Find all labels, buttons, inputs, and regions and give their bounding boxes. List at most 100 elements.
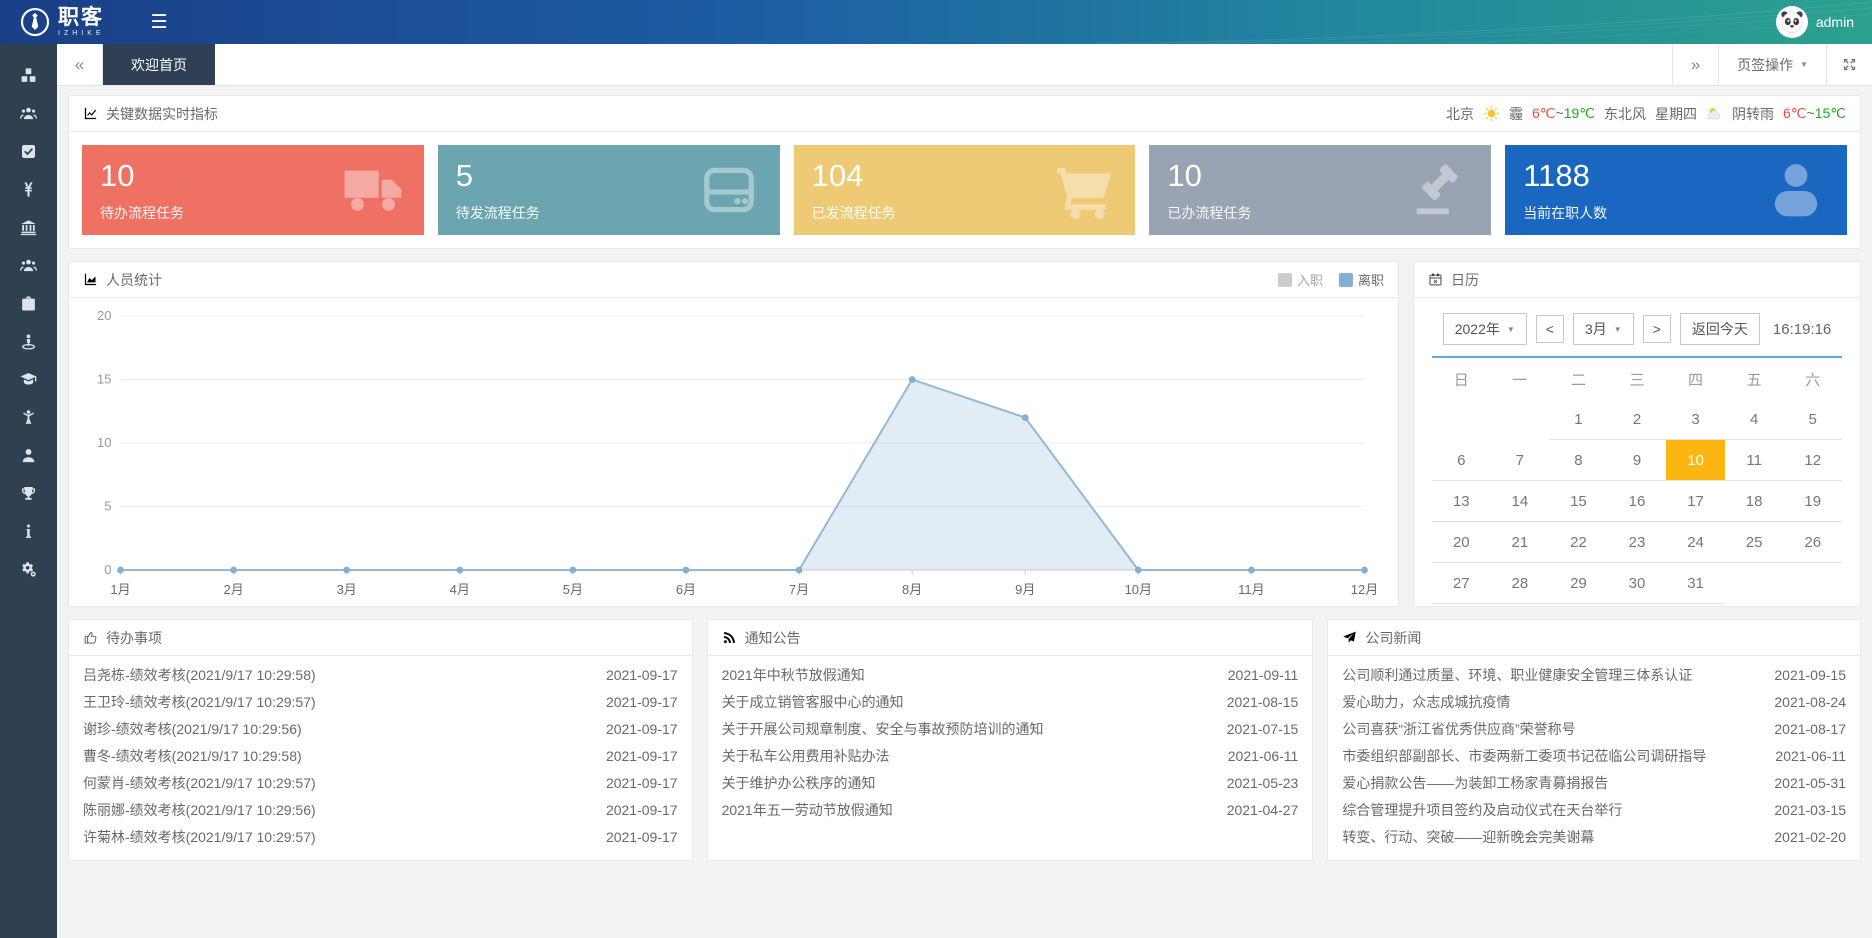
- list-item-title[interactable]: 爱心捐款公告——为装卸工杨家青募捐报告: [1342, 773, 1608, 793]
- stat-card-待发流程任务[interactable]: 5待发流程任务: [438, 145, 780, 235]
- list-item-title[interactable]: 关于开展公司规章制度、安全与事故预防培训的通知: [722, 719, 1044, 739]
- rss-icon: [722, 630, 737, 645]
- list-item-title[interactable]: 公司喜获“浙江省优秀供应商”荣誉称号: [1342, 719, 1575, 739]
- list-item-title[interactable]: 关于成立销管客服中心的通知: [722, 692, 904, 712]
- calendar-day-23[interactable]: 23: [1608, 522, 1667, 563]
- list-item-title[interactable]: 谢珍-绩效考核(2021/9/17 10:29:56): [83, 719, 302, 739]
- calendar-grid: 日一二三四五六123456789101112131415161718192021…: [1432, 358, 1842, 604]
- sidebar-item-user[interactable]: [0, 436, 57, 474]
- calendar-day-6[interactable]: 6: [1432, 440, 1491, 481]
- stat-card-当前在职人数[interactable]: 1188当前在职人数: [1505, 145, 1847, 235]
- sidebar-item-users[interactable]: [0, 94, 57, 132]
- list-item-date: 2021-08-24: [1774, 694, 1846, 710]
- calendar-day-8[interactable]: 8: [1549, 440, 1608, 481]
- list-item-title[interactable]: 爱心助力，众志成城抗疫情: [1342, 692, 1510, 712]
- username-label[interactable]: admin: [1816, 14, 1854, 30]
- tab-operations-dropdown[interactable]: 页签操作 ▼: [1718, 44, 1826, 85]
- sidebar-item-gears[interactable]: [0, 550, 57, 588]
- tabs-scroll-right-button[interactable]: »: [1672, 44, 1718, 85]
- calendar-day-13[interactable]: 13: [1432, 481, 1491, 522]
- calendar-day-14[interactable]: 14: [1491, 481, 1550, 522]
- calendar-day-17[interactable]: 17: [1666, 481, 1725, 522]
- calendar-day-19[interactable]: 19: [1783, 481, 1842, 522]
- list-item-title[interactable]: 2021年中秋节放假通知: [722, 665, 865, 685]
- notice-title: 通知公告: [745, 628, 801, 648]
- fullscreen-toggle-button[interactable]: [1826, 44, 1872, 85]
- sidebar-item-graduation[interactable]: [0, 360, 57, 398]
- sidebar-item-cubes[interactable]: [0, 56, 57, 94]
- cart-icon: [1053, 159, 1115, 221]
- list-item-title[interactable]: 王卫玲-绩效考核(2021/9/17 10:29:57): [83, 692, 316, 712]
- sidebar-item-bank[interactable]: [0, 208, 57, 246]
- list-item-title[interactable]: 关于维护办公秩序的通知: [722, 773, 876, 793]
- list-item-title[interactable]: 陈丽娜-绩效考核(2021/9/17 10:29:56): [83, 800, 316, 820]
- calendar-prev-month-button[interactable]: <: [1536, 315, 1564, 343]
- calendar-day-31[interactable]: 31: [1666, 563, 1725, 604]
- stat-cards: 10待办流程任务5待发流程任务104已发流程任务10已办流程任务1188当前在职…: [69, 132, 1860, 248]
- sidebar-item-trophy[interactable]: [0, 474, 57, 512]
- list-item-date: 2021-09-15: [1774, 667, 1846, 683]
- list-item-title[interactable]: 何蒙肖-绩效考核(2021/9/17 10:29:57): [83, 773, 316, 793]
- calendar-day-1[interactable]: 1: [1549, 399, 1608, 440]
- calendar-day-25[interactable]: 25: [1725, 522, 1784, 563]
- calendar-day-16[interactable]: 16: [1608, 481, 1667, 522]
- calendar-day-27[interactable]: 27: [1432, 563, 1491, 604]
- stat-card-待办流程任务[interactable]: 10待办流程任务: [82, 145, 424, 235]
- list-item-title[interactable]: 吕尧栋-绩效考核(2021/9/17 10:29:58): [83, 665, 316, 685]
- app-logo[interactable]: 职客 IZHIKE: [0, 7, 105, 37]
- tabs-scroll-left-button[interactable]: «: [57, 44, 103, 85]
- stat-card-已办流程任务[interactable]: 10已办流程任务: [1149, 145, 1491, 235]
- sidebar-item-info[interactable]: [0, 512, 57, 550]
- calendar-day-5[interactable]: 5: [1783, 399, 1842, 440]
- calendar-today-button[interactable]: 返回今天: [1680, 313, 1760, 345]
- calendar-day-20[interactable]: 20: [1432, 522, 1491, 563]
- list-item: 公司顺利通过质量、环境、职业健康安全管理三体系认证 2021-09-15: [1342, 661, 1846, 688]
- stat-card-已发流程任务[interactable]: 104已发流程任务: [794, 145, 1136, 235]
- calendar-day-10[interactable]: 10: [1666, 440, 1725, 481]
- chart-legend: 入职离职: [1278, 270, 1384, 289]
- calendar-day-3[interactable]: 3: [1666, 399, 1725, 440]
- sidebar-item-briefcase[interactable]: [0, 284, 57, 322]
- check-square-icon: [20, 143, 37, 160]
- calendar-day-11[interactable]: 11: [1725, 440, 1784, 481]
- calendar-next-month-button[interactable]: >: [1643, 315, 1671, 343]
- calendar-month-select[interactable]: 3月▼: [1573, 313, 1634, 345]
- sidebar-item-street-view[interactable]: [0, 322, 57, 360]
- calendar-day-7[interactable]: 7: [1491, 440, 1550, 481]
- list-item-title[interactable]: 市委组织部副部长、市委两新工委项书记莅临公司调研指导: [1342, 746, 1706, 766]
- menu-toggle-icon[interactable]: ☰: [151, 11, 168, 34]
- list-item-title[interactable]: 曹冬-绩效考核(2021/9/17 10:29:58): [83, 746, 302, 766]
- calendar-day-18[interactable]: 18: [1725, 481, 1784, 522]
- calendar-day-22[interactable]: 22: [1549, 522, 1608, 563]
- list-item-title[interactable]: 公司顺利通过质量、环境、职业健康安全管理三体系认证: [1342, 665, 1692, 685]
- calendar-day-15[interactable]: 15: [1549, 481, 1608, 522]
- calendar-day-4[interactable]: 4: [1725, 399, 1784, 440]
- sidebar-item-group[interactable]: [0, 246, 57, 284]
- calendar-day-9[interactable]: 9: [1608, 440, 1667, 481]
- calendar-day-12[interactable]: 12: [1783, 440, 1842, 481]
- list-item-title[interactable]: 关于私车公用费用补贴办法: [722, 746, 890, 766]
- calendar-day-28[interactable]: 28: [1491, 563, 1550, 604]
- list-item-title[interactable]: 转变、行动、突破——迎新晚会完美谢幕: [1342, 827, 1594, 847]
- notice-panel: 通知公告 2021年中秋节放假通知2021-09-11关于成立销管客服中心的通知…: [707, 619, 1314, 861]
- calendar-day-26[interactable]: 26: [1783, 522, 1842, 563]
- sidebar-item-yen[interactable]: [0, 170, 57, 208]
- calendar-day-29[interactable]: 29: [1549, 563, 1608, 604]
- chevron-down-icon: ▼: [1507, 325, 1515, 334]
- calendar-day-30[interactable]: 30: [1608, 563, 1667, 604]
- calendar-day-21[interactable]: 21: [1491, 522, 1550, 563]
- child-icon: [20, 409, 37, 426]
- users-icon: [20, 105, 37, 122]
- calendar-day-24[interactable]: 24: [1666, 522, 1725, 563]
- list-item-title[interactable]: 2021年五一劳动节放假通知: [722, 800, 893, 820]
- sidebar-item-child[interactable]: [0, 398, 57, 436]
- tab-welcome-home[interactable]: 欢迎首页: [103, 44, 215, 85]
- user-avatar[interactable]: [1776, 6, 1808, 38]
- list-item-title[interactable]: 许菊林-绩效考核(2021/9/17 10:29:57): [83, 827, 316, 847]
- calendar-day-2[interactable]: 2: [1608, 399, 1667, 440]
- calendar-year-select[interactable]: 2022年▼: [1443, 313, 1527, 345]
- sidebar-item-check[interactable]: [0, 132, 57, 170]
- legend-item-入职[interactable]: 入职: [1278, 270, 1323, 289]
- list-item-title[interactable]: 综合管理提升项目签约及启动仪式在天台举行: [1342, 800, 1622, 820]
- legend-item-离职[interactable]: 离职: [1339, 270, 1384, 289]
